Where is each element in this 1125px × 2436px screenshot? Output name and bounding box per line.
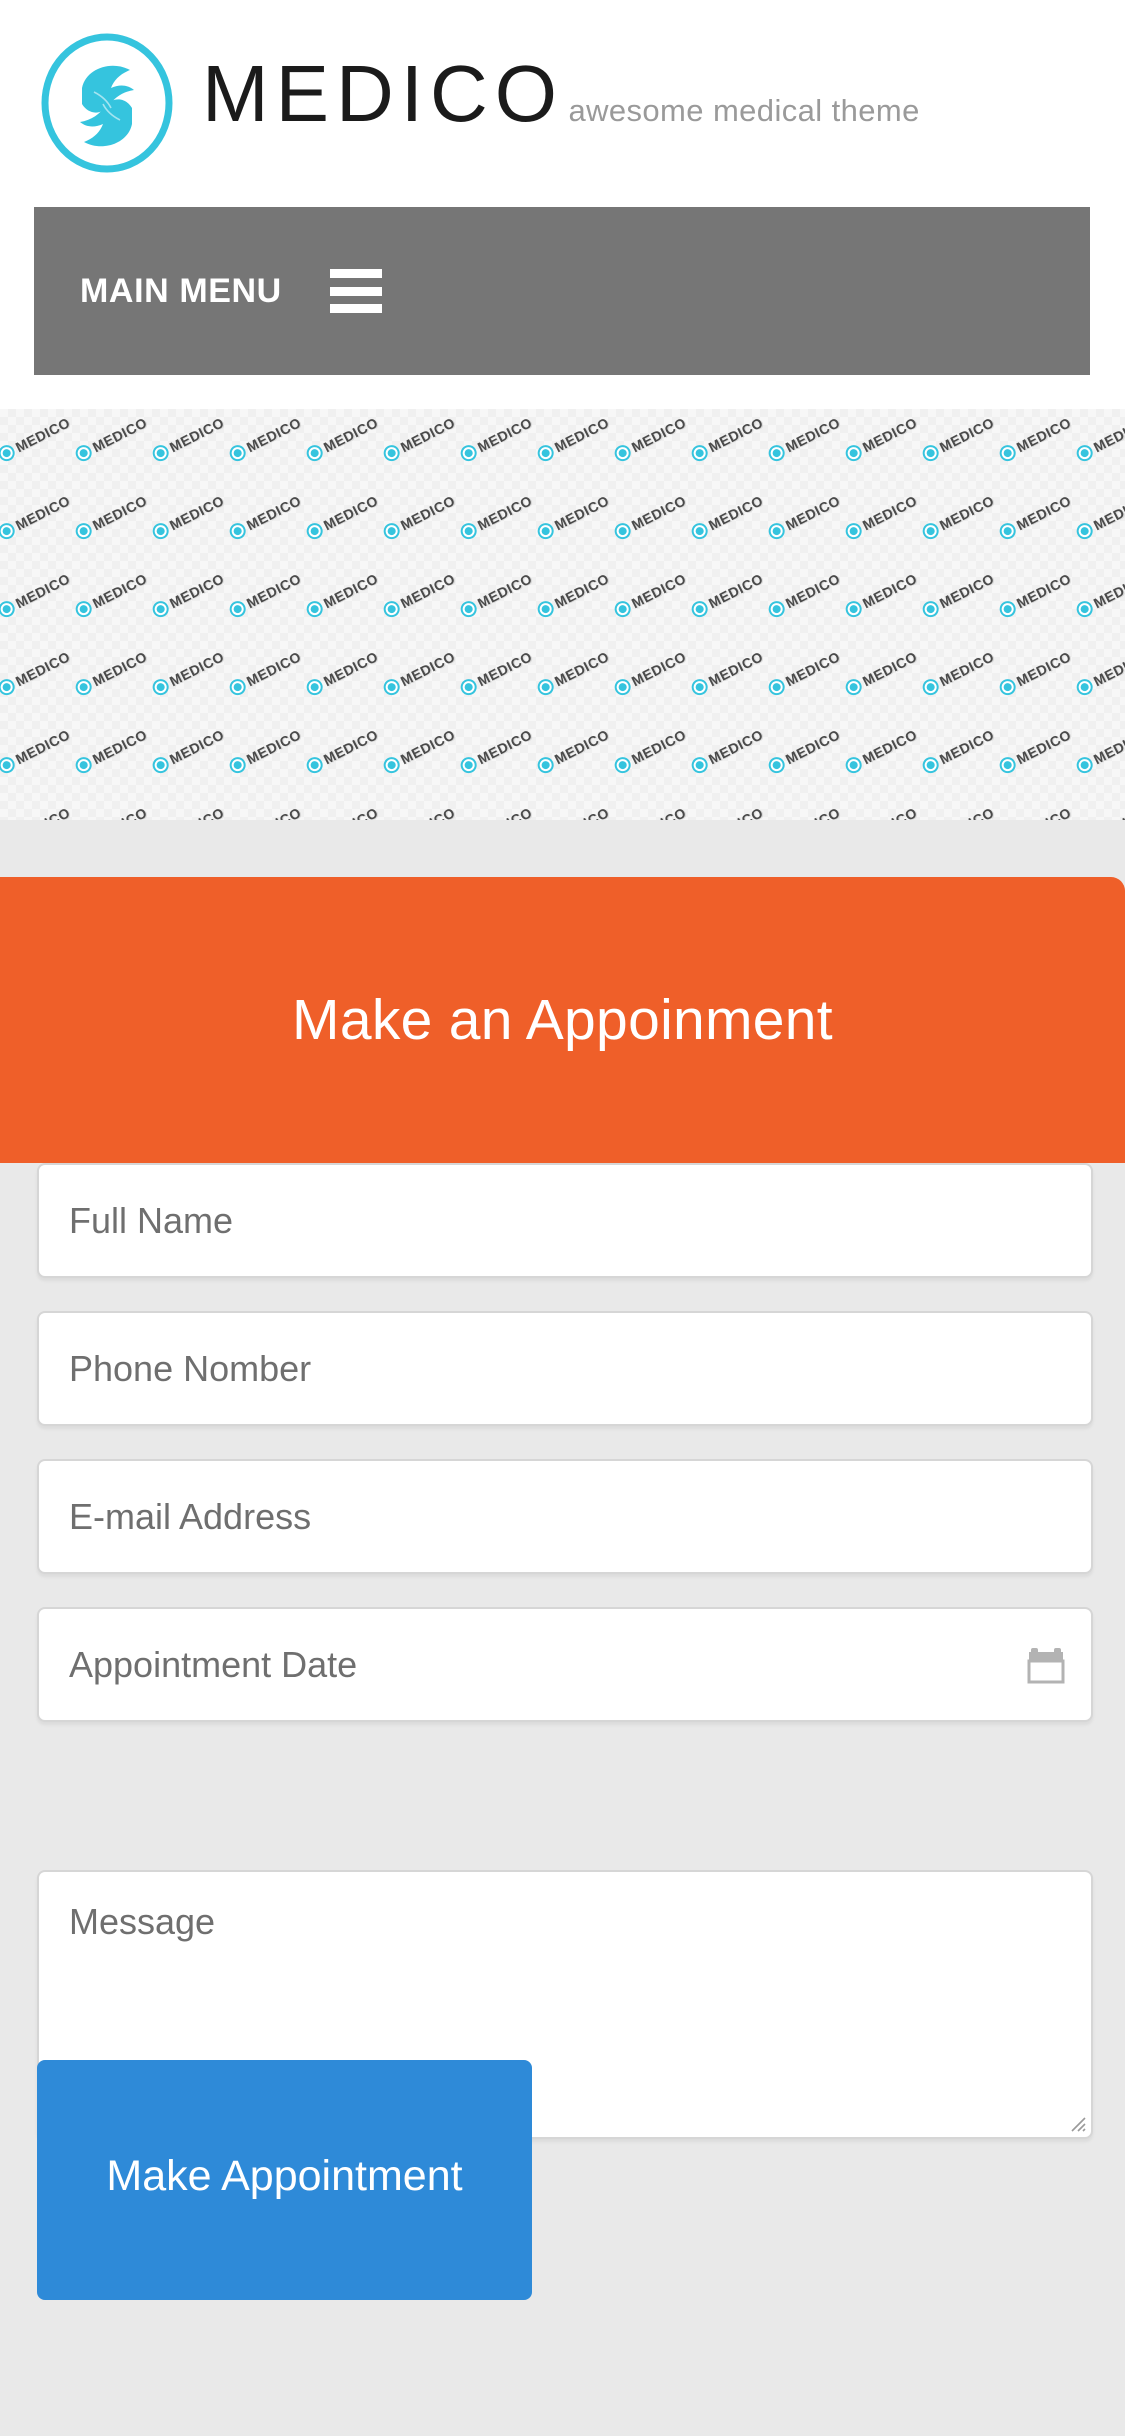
medico-leaf-circle-icon xyxy=(34,30,180,176)
pattern-word: MEDICO xyxy=(1091,804,1125,820)
hero-pattern-grid: MEDICO MEDICO MEDICO MEDICO MEDICO MEDICO MEDI… xyxy=(0,409,1125,820)
pattern-word: MEDICO xyxy=(1090,414,1125,456)
appointment-date-field-row xyxy=(37,1607,1093,1722)
email-address-input[interactable] xyxy=(37,1459,1093,1574)
pattern-word: MEDICO xyxy=(1090,648,1125,690)
phone-number-field-row xyxy=(37,1311,1093,1426)
appointment-form: Make Appointment xyxy=(0,1163,1125,2300)
pattern-word: MEDICO xyxy=(1090,570,1125,612)
page-root: MEDICO awesome medical theme MAIN MENU M… xyxy=(0,0,1125,2436)
make-appointment-button[interactable]: Make Appointment xyxy=(37,2060,532,2300)
main-navigation-bar: MAIN MENU xyxy=(34,207,1090,375)
brand-logo-link[interactable]: MEDICO awesome medical theme xyxy=(34,30,920,176)
site-header: MEDICO awesome medical theme xyxy=(0,0,1125,208)
main-menu-toggle[interactable]: MAIN MENU xyxy=(80,207,382,375)
hamburger-menu-icon[interactable] xyxy=(329,269,382,313)
appointment-date-input[interactable] xyxy=(37,1607,1093,1722)
hamburger-bar-3 xyxy=(329,304,382,313)
pattern-word: MEDICO xyxy=(1090,492,1125,534)
main-content-area: Make an Appoinment Full Name Phone Nombe… xyxy=(0,820,1125,2436)
main-menu-label: MAIN MENU xyxy=(80,271,282,310)
appointment-heading: Make an Appoinment xyxy=(292,988,833,1052)
pattern-word: MEDICO xyxy=(1090,726,1125,768)
appointment-banner: Make an Appoinment xyxy=(0,877,1125,1163)
hero-pattern-band: MEDICO MEDICO MEDICO MEDICO MEDICO MEDICO MEDI… xyxy=(0,409,1125,820)
phone-number-input[interactable] xyxy=(37,1311,1093,1426)
brand-text-block: MEDICO awesome medical theme xyxy=(202,30,920,136)
hamburger-bar-1 xyxy=(329,269,382,278)
full-name-field-row xyxy=(37,1163,1093,1278)
brand-name: MEDICO xyxy=(202,49,564,138)
email-address-field-row xyxy=(37,1459,1093,1574)
hamburger-bar-2 xyxy=(329,286,382,296)
full-name-input[interactable] xyxy=(37,1163,1093,1278)
brand-tagline: awesome medical theme xyxy=(568,93,920,128)
